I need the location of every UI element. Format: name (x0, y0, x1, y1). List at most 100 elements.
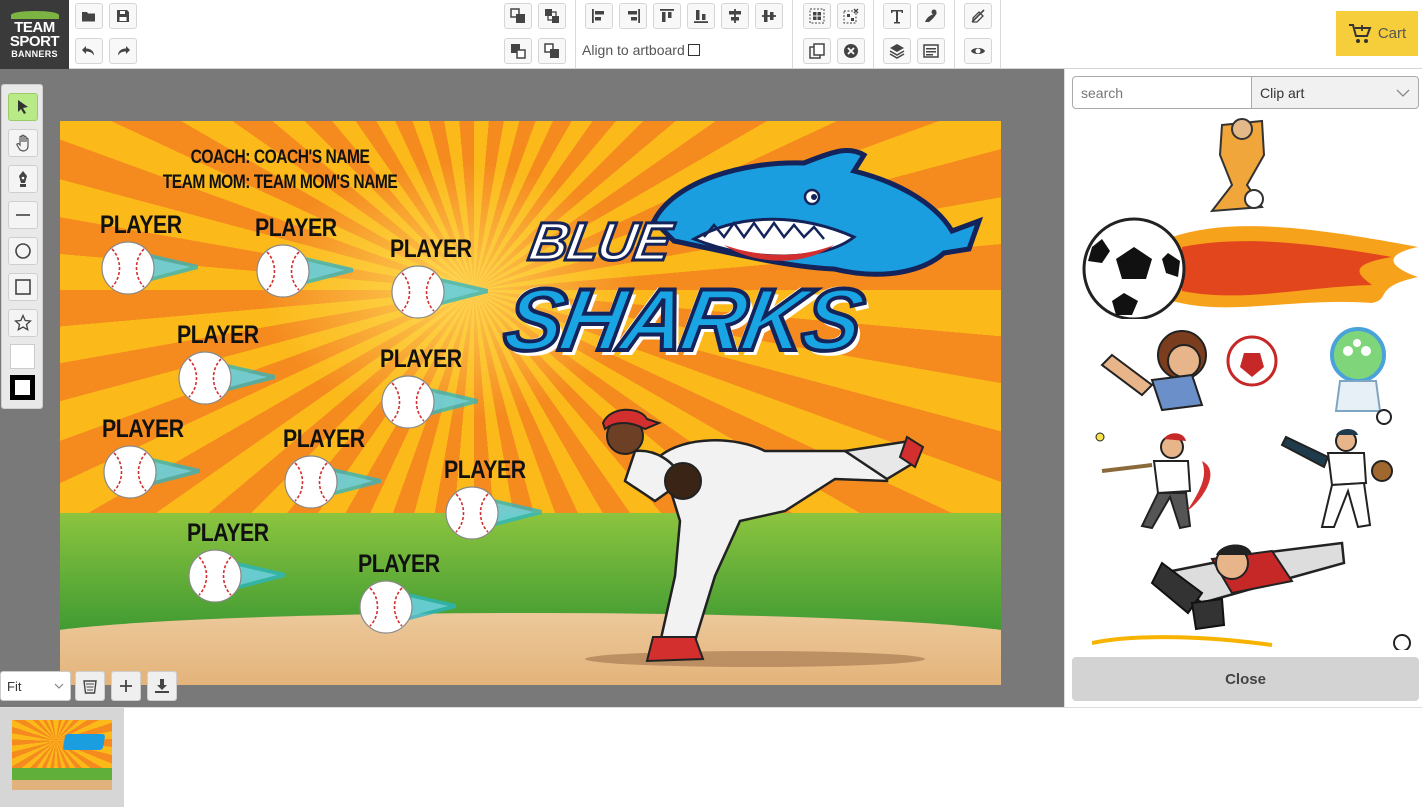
pages-strip (0, 707, 1422, 807)
toolbar-separator (954, 0, 955, 69)
hand-icon (16, 134, 29, 152)
star-tool-button[interactable] (8, 309, 38, 337)
player-name-text[interactable]: PLAYER (177, 321, 259, 350)
page-thumbnail-selected[interactable] (0, 708, 124, 807)
pen-icon (19, 171, 27, 187)
soccer-player-clipart[interactable] (1192, 115, 1292, 215)
undo-icon (82, 46, 94, 56)
group-button[interactable] (803, 3, 831, 29)
preview-button[interactable] (964, 38, 992, 64)
softball-batter-clipart[interactable] (1092, 431, 1222, 531)
trash-button[interactable] (75, 671, 105, 701)
baseball-pitcher-image[interactable] (565, 401, 925, 671)
team-name-blue[interactable]: BLUE (523, 211, 676, 274)
bring-forward-icon (510, 8, 525, 23)
download-button[interactable] (147, 671, 177, 701)
player-name-text[interactable]: PLAYER (100, 211, 182, 240)
team-name-sharks[interactable]: SHARKS (495, 268, 870, 371)
rectangle-icon (15, 279, 31, 295)
align-center-horizontal-button[interactable] (755, 3, 783, 29)
rectangle-tool-button[interactable] (8, 273, 38, 301)
save-button[interactable] (109, 3, 137, 29)
chevron-down-icon (54, 683, 64, 689)
shark-mascot[interactable] (634, 141, 984, 281)
text-icon (891, 10, 903, 24)
send-backward-button[interactable] (504, 38, 532, 64)
player-name-text[interactable]: PLAYER (380, 345, 462, 374)
zoom-select[interactable]: Fit (0, 671, 71, 701)
undo-button[interactable] (75, 38, 103, 64)
align-to-artboard-label: Align to artboard (582, 42, 685, 58)
stroke-color-swatch[interactable] (10, 375, 35, 400)
baseball-icon (381, 375, 478, 429)
player-name-text[interactable]: PLAYER (255, 214, 337, 243)
no-fill-icon (971, 9, 985, 23)
team-sport-banners-logo[interactable]: TEAM SPORT BANNERS (0, 0, 69, 69)
add-text-button[interactable] (883, 3, 911, 29)
align-top-button[interactable] (653, 3, 681, 29)
baseball-icon (178, 351, 275, 405)
circle-tool-button[interactable] (8, 237, 38, 265)
player-name-text[interactable]: PLAYER (390, 235, 472, 264)
page-thumbnail-image[interactable] (12, 720, 112, 790)
baseball-icon (445, 486, 542, 540)
pen-tool-button[interactable] (8, 165, 38, 193)
player-name-text[interactable]: PLAYER (444, 456, 526, 485)
plus-icon (120, 680, 132, 692)
baseball-icon (101, 241, 198, 295)
select-tool-button[interactable] (8, 93, 38, 121)
trash-icon (83, 680, 97, 694)
align-left-button[interactable] (585, 3, 613, 29)
align-right-icon (628, 9, 640, 23)
ungroup-button[interactable] (837, 3, 865, 29)
player-name-text[interactable]: PLAYER (102, 415, 184, 444)
baseball-icon (359, 580, 456, 634)
cart-button[interactable]: Cart (1336, 11, 1418, 56)
layers-button[interactable] (883, 38, 911, 64)
clipart-search-input[interactable] (1072, 76, 1252, 109)
bring-forward-button[interactable] (504, 3, 532, 29)
redo-button[interactable] (109, 38, 137, 64)
align-bottom-button[interactable] (687, 3, 715, 29)
group-icon (809, 8, 825, 24)
open-button[interactable] (75, 3, 103, 29)
duplicate-button[interactable] (803, 38, 831, 64)
add-clipart-button[interactable] (917, 3, 945, 29)
no-fill-button[interactable] (964, 3, 992, 29)
close-panel-button[interactable]: Close (1072, 657, 1419, 701)
align-center-vertical-button[interactable] (721, 3, 749, 29)
line-tool-button[interactable] (8, 201, 38, 229)
align-bottom-icon (694, 10, 708, 23)
alien-soccer-clipart[interactable] (1318, 325, 1398, 425)
clipart-results (1072, 113, 1418, 650)
delete-button[interactable] (837, 38, 865, 64)
player-name-text[interactable]: PLAYER (187, 519, 269, 548)
add-page-button[interactable] (111, 671, 141, 701)
kid-kicking-soccer-clipart[interactable] (1092, 325, 1282, 425)
cart-label: Cart (1377, 25, 1407, 42)
duplicate-icon (809, 43, 825, 59)
clipart-panel: Clip art (1064, 69, 1422, 707)
flaming-soccer-ball-clipart[interactable] (1072, 217, 1418, 319)
circle-icon (15, 243, 31, 259)
clipart-category-select[interactable]: Clip art (1251, 76, 1419, 109)
send-backward-icon (511, 44, 526, 59)
align-right-button[interactable] (619, 3, 647, 29)
baseball-pitcher-clipart[interactable] (1278, 427, 1398, 531)
line-icon (16, 214, 30, 216)
bring-to-front-button[interactable] (538, 3, 566, 29)
send-to-back-icon (544, 43, 559, 58)
player-name-text[interactable]: PLAYER (283, 425, 365, 454)
align-to-artboard-checkbox[interactable] (687, 44, 700, 56)
team-mom-name-text[interactable]: TEAM MOM: TEAM MOM'S NAME (100, 172, 461, 194)
player-name-text[interactable]: PLAYER (358, 550, 440, 579)
properties-button[interactable] (917, 38, 945, 64)
align-to-artboard-toggle[interactable]: Align to artboard (582, 42, 700, 58)
fill-color-swatch[interactable] (10, 344, 35, 369)
banner-artboard[interactable]: COACH: COACH'S NAME TEAM MOM: TEAM MOM'S… (60, 121, 1001, 685)
coach-name-text[interactable]: COACH: COACH'S NAME (100, 147, 461, 169)
sliding-baseball-player-clipart[interactable] (1092, 533, 1412, 650)
send-to-back-button[interactable] (538, 38, 566, 64)
baseball-icon (188, 549, 285, 603)
pan-tool-button[interactable] (8, 129, 38, 157)
